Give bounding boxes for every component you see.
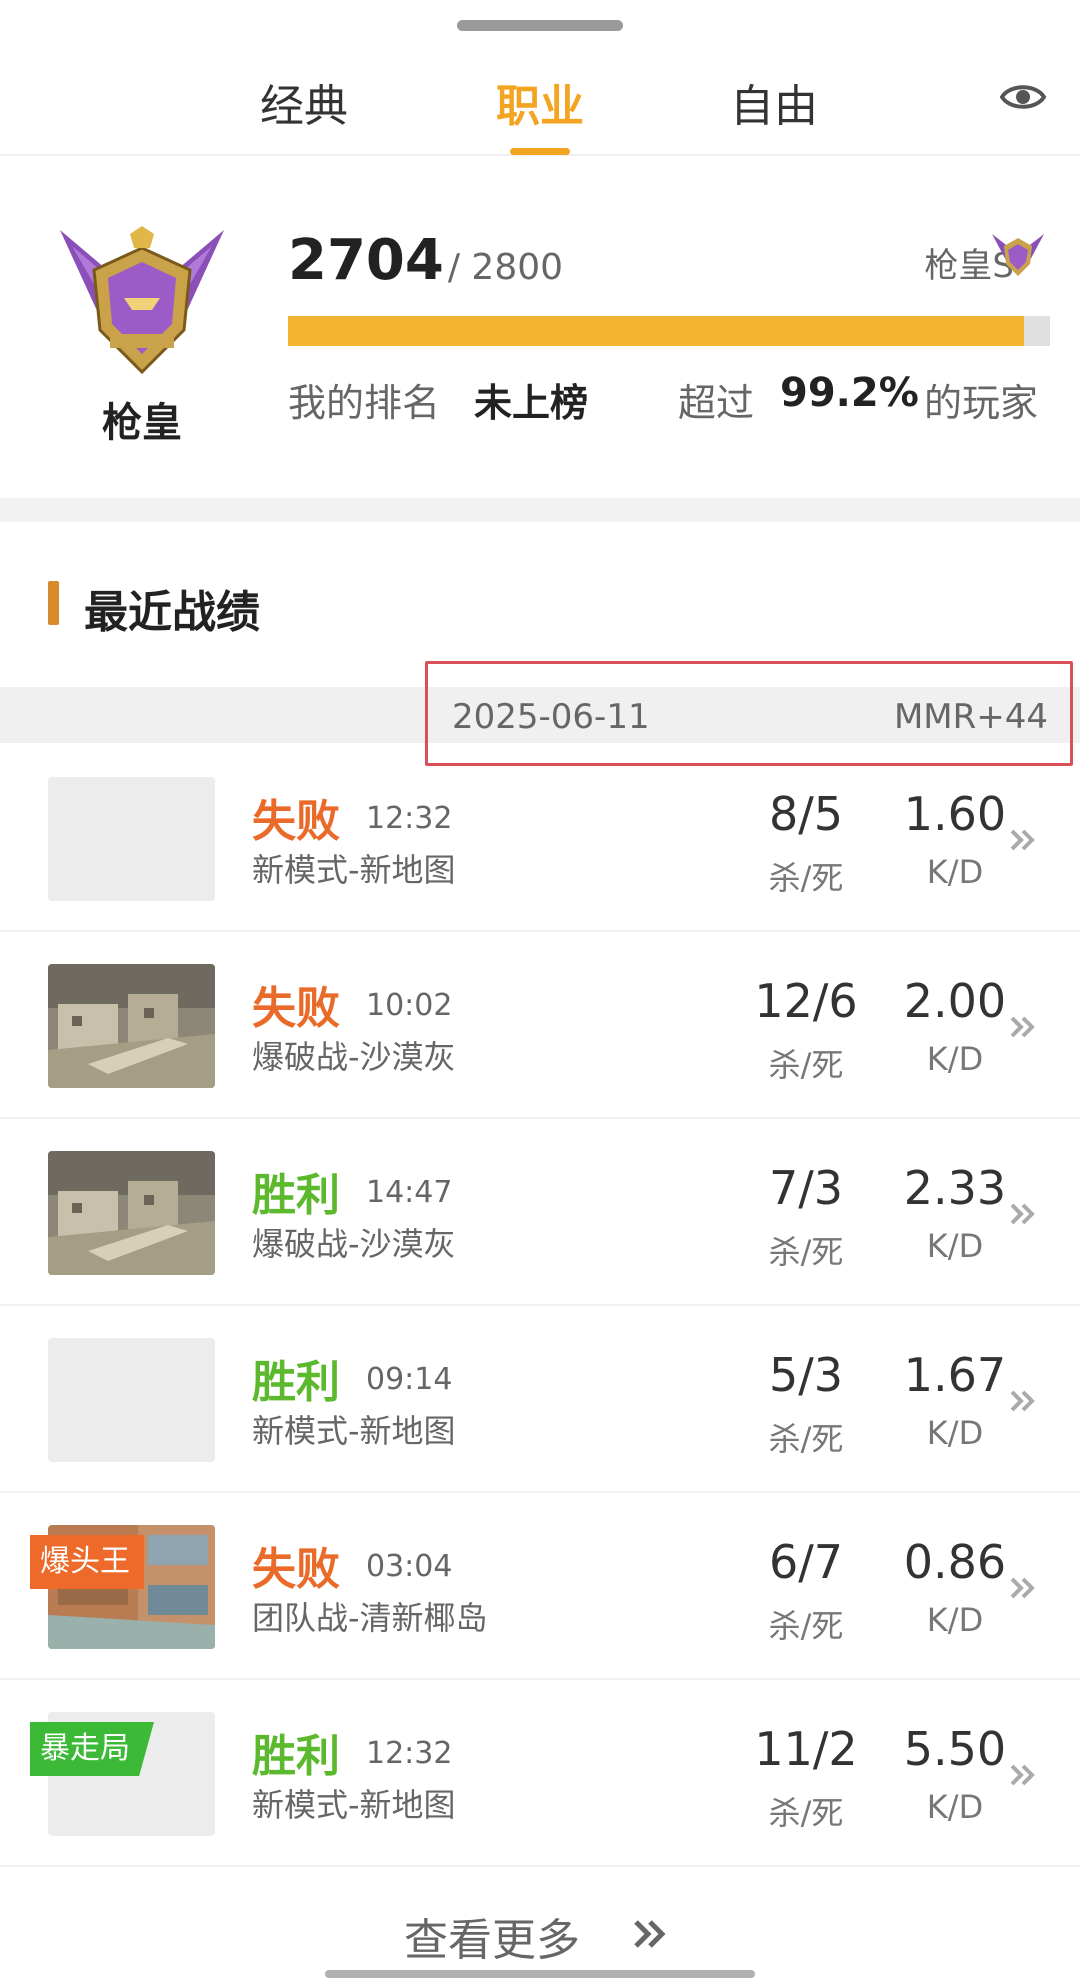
- match-result: 胜利: [252, 1731, 340, 1782]
- tier-badge-icon: [992, 234, 1044, 276]
- double-chevron-right-icon: [1010, 1203, 1035, 1225]
- match-time: 12:32: [366, 801, 453, 836]
- double-chevron-right-icon: [1010, 1016, 1035, 1038]
- match-mode: 爆破战-沙漠灰: [252, 1038, 456, 1076]
- tab-free[interactable]: 自由: [694, 70, 854, 134]
- kill-death-label: 杀/死: [768, 1794, 844, 1832]
- kill-death-label: 杀/死: [768, 1233, 844, 1271]
- match-time: 10:02: [366, 988, 453, 1023]
- percent-suffix: 的玩家: [924, 381, 1039, 425]
- score-max: / 2800: [447, 247, 564, 288]
- kd-label: K/D: [926, 1788, 984, 1826]
- match-time: 03:04: [366, 1549, 453, 1584]
- double-chevron-right-icon: [1010, 1390, 1035, 1412]
- map-thumbnail: [48, 1151, 215, 1275]
- home-indicator: [325, 1970, 755, 1978]
- kd-value: 2.33: [903, 1161, 1007, 1215]
- match-result: 失败: [252, 983, 340, 1034]
- kd-value: 0.86: [903, 1535, 1007, 1589]
- percent-value: 99.2%: [780, 370, 919, 416]
- kd-label: K/D: [926, 1601, 984, 1639]
- match-result: 失败: [252, 796, 340, 847]
- kill-death: 12/6: [754, 974, 858, 1028]
- kill-death-label: 杀/死: [768, 859, 844, 897]
- kill-death-label: 杀/死: [768, 1420, 844, 1458]
- match-mode: 爆破战-沙漠灰: [252, 1225, 456, 1263]
- kill-death-label: 杀/死: [768, 1607, 844, 1645]
- rank-card: 枪皇 2704/ 2800 枪皇S 我的排名 未上榜 超过 99.2% 的玩家: [0, 158, 1080, 498]
- double-chevron-right-icon: [1010, 829, 1035, 851]
- score-progress-fill: [288, 316, 1025, 346]
- rank-badge-icon: [60, 226, 224, 375]
- my-rank-value: 未上榜: [474, 381, 589, 425]
- eye-icon[interactable]: [1000, 80, 1046, 114]
- double-chevron-right-icon: [1010, 1577, 1035, 1599]
- kill-death-label: 杀/死: [768, 1046, 844, 1084]
- active-tab-indicator: [510, 148, 570, 155]
- kill-death: 7/3: [768, 1161, 844, 1215]
- kill-death: 8/5: [768, 787, 844, 841]
- match-time: 12:32: [366, 1736, 453, 1771]
- match-tag: 暴走局: [30, 1722, 154, 1776]
- match-result: 胜利: [252, 1357, 340, 1408]
- section-title: 最近战绩: [84, 587, 260, 638]
- kill-death: 6/7: [768, 1535, 844, 1589]
- section-accent-bar: [48, 581, 59, 625]
- match-mode: 新模式-新地图: [252, 1786, 456, 1824]
- section-divider: [0, 498, 1080, 522]
- kd-value: 2.00: [903, 974, 1007, 1028]
- my-rank-label: 我的排名: [288, 381, 441, 425]
- match-result: 胜利: [252, 1170, 340, 1221]
- drag-handle[interactable]: [457, 20, 623, 31]
- tab-classic[interactable]: 经典: [224, 70, 384, 134]
- score-progress-bar: [288, 316, 1050, 346]
- match-result: 失败: [252, 1544, 340, 1595]
- match-row[interactable]: 胜利 14:47 爆破战-沙漠灰 7/3 杀/死 2.33 K/D: [0, 1119, 1080, 1306]
- kd-label: K/D: [926, 1227, 984, 1265]
- kd-value: 1.60: [903, 787, 1007, 841]
- kd-label: K/D: [926, 853, 984, 891]
- match-row[interactable]: 失败 12:32 新模式-新地图 8/5 杀/死 1.60 K/D: [0, 745, 1080, 932]
- match-row[interactable]: 暴走局 胜利 12:32 新模式-新地图 11/2 杀/死 5.50 K/D: [0, 1680, 1080, 1867]
- kd-value: 1.67: [903, 1348, 1007, 1402]
- match-time: 09:14: [366, 1362, 453, 1397]
- view-more-label: 查看更多: [404, 1915, 580, 1966]
- score: 2704/ 2800: [288, 228, 563, 293]
- kd-value: 5.50: [903, 1722, 1007, 1776]
- map-thumbnail: [48, 964, 215, 1088]
- match-time: 14:47: [366, 1175, 453, 1210]
- rank-name: 枪皇: [102, 400, 182, 446]
- kill-death: 11/2: [754, 1722, 858, 1776]
- match-row[interactable]: 爆头王 失败 03:04 团队战-清新椰岛 6/7 杀/死 0.86 K/D: [0, 1493, 1080, 1680]
- match-row[interactable]: 失败 10:02 爆破战-沙漠灰 12/6 杀/死 2.00 K/D: [0, 932, 1080, 1119]
- match-tag: 爆头王: [30, 1535, 144, 1589]
- double-chevron-right-icon: [634, 1920, 666, 1948]
- percent-prefix: 超过: [678, 381, 755, 425]
- kd-label: K/D: [926, 1414, 984, 1452]
- map-thumbnail: [48, 1338, 215, 1462]
- kill-death: 5/3: [768, 1348, 844, 1402]
- match-mode: 新模式-新地图: [252, 851, 456, 889]
- match-mode: 新模式-新地图: [252, 1412, 456, 1450]
- mode-tabs: 经典 职业 自由: [0, 40, 1080, 156]
- score-value: 2704: [288, 228, 444, 293]
- match-mode: 团队战-清新椰岛: [252, 1599, 488, 1637]
- match-row[interactable]: 胜利 09:14 新模式-新地图 5/3 杀/死 1.67 K/D: [0, 1306, 1080, 1493]
- map-thumbnail: [48, 777, 215, 901]
- double-chevron-right-icon: [1010, 1764, 1035, 1786]
- tab-professional[interactable]: 职业: [460, 70, 620, 134]
- kd-label: K/D: [926, 1040, 984, 1078]
